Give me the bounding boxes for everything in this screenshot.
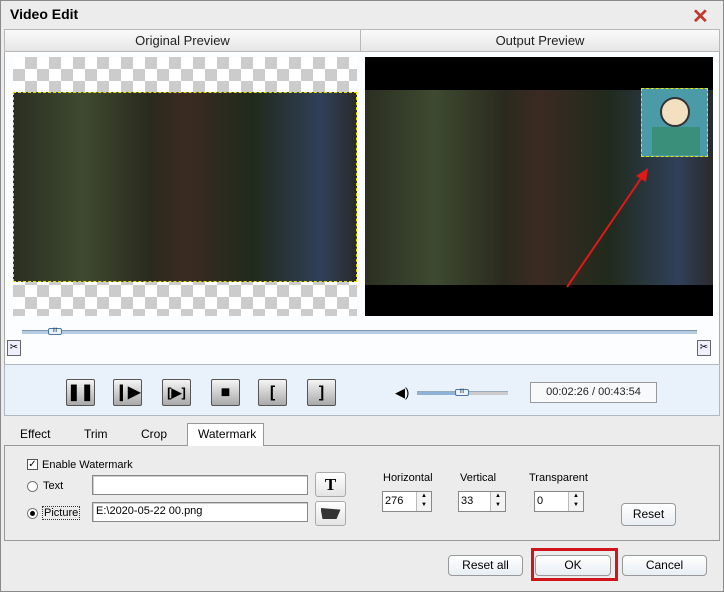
transparent-label: Transparent — [529, 472, 588, 484]
reset-watermark-button[interactable]: Reset — [621, 503, 676, 526]
red-arrow — [566, 168, 648, 288]
picture-radio[interactable] — [27, 508, 38, 519]
stop-button[interactable]: ■ — [211, 379, 240, 406]
picture-path-input[interactable]: E:\2020-05-22 00.png — [92, 502, 308, 522]
text-t-icon: T — [324, 475, 337, 494]
cancel-button[interactable]: Cancel — [622, 555, 707, 576]
text-font-button[interactable]: T — [315, 472, 346, 497]
pause-button[interactable]: ❚❚ — [66, 379, 95, 406]
trim-end-scissors-icon[interactable]: ✂ — [697, 340, 711, 356]
original-preview-header: Original Preview — [4, 29, 361, 52]
play-selection-button[interactable]: [▶] — [162, 379, 191, 406]
ok-highlight-box — [531, 548, 618, 581]
tab-watermark[interactable]: Watermark — [187, 423, 264, 446]
text-radio[interactable] — [27, 481, 38, 492]
reset-all-button[interactable]: Reset all — [448, 555, 523, 576]
dialog-title: Video Edit — [10, 6, 79, 22]
volume-icon[interactable]: ◀) — [395, 385, 409, 401]
timeline-thumb[interactable]: III — [48, 328, 62, 335]
horizontal-spinner[interactable]: 276 ▲ ▼ — [382, 491, 432, 512]
tab-effect[interactable]: Effect — [14, 424, 56, 445]
enable-watermark-label: Enable Watermark — [42, 459, 133, 471]
time-display: 00:02:26 / 00:43:54 — [530, 382, 657, 403]
trim-start-scissors-icon[interactable]: ✂ — [7, 340, 21, 356]
output-preview-header: Output Preview — [360, 29, 720, 52]
timeline-slider[interactable] — [22, 330, 697, 334]
folder-icon — [320, 508, 341, 519]
volume-thumb[interactable]: III — [455, 389, 469, 396]
transparent-spinner[interactable]: 0 ▲ ▼ — [534, 491, 584, 512]
horizontal-label: Horizontal — [383, 472, 433, 484]
original-video-frame[interactable] — [13, 92, 357, 282]
vertical-label: Vertical — [460, 472, 497, 484]
browse-folder-button[interactable] — [315, 501, 346, 526]
enable-watermark-checkbox[interactable]: ✓ — [27, 459, 38, 470]
play-button[interactable]: ❙▶ — [113, 379, 142, 406]
mark-in-button[interactable]: [ — [258, 379, 287, 406]
vertical-spinner[interactable]: 33 ▲ ▼ — [458, 491, 506, 512]
close-icon[interactable]: ✕ — [692, 4, 709, 29]
mark-out-button[interactable]: ] — [307, 379, 336, 406]
picture-label: Picture — [42, 506, 81, 520]
tab-crop[interactable]: Crop — [135, 424, 173, 445]
watermark-image[interactable] — [641, 88, 708, 157]
tab-trim[interactable]: Trim — [78, 424, 114, 445]
text-label: Text — [43, 480, 64, 492]
text-input[interactable] — [92, 475, 308, 495]
